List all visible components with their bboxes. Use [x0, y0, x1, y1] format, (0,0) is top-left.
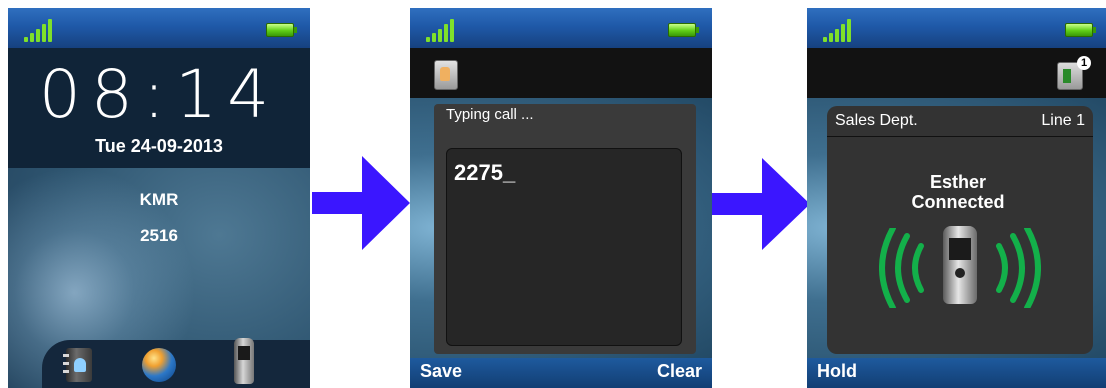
- user-extension: 2516: [140, 226, 178, 245]
- clock-time: 08:14: [38, 56, 280, 133]
- dialing-screen: Typing call ... 2275_ Save Clear: [410, 8, 712, 388]
- call-screen: 1 Sales Dept. Line 1 Esther Connected Ho…: [807, 8, 1106, 388]
- caller-name: Esther: [929, 172, 987, 192]
- handset-icon[interactable]: [234, 338, 254, 384]
- battery-icon: [668, 23, 699, 37]
- dialed-number: 2275_: [454, 160, 516, 185]
- flow-arrow-right-icon: [312, 156, 410, 250]
- dial-panel-title: Typing call ...: [446, 106, 534, 123]
- user-name: KMR: [139, 190, 179, 209]
- signal-strength-icon: [426, 18, 458, 42]
- hold-button[interactable]: Hold: [817, 361, 857, 382]
- battery-icon: [266, 23, 297, 37]
- battery-icon: [1065, 23, 1096, 37]
- divider: [827, 136, 1093, 137]
- save-button[interactable]: Save: [420, 361, 462, 382]
- signal-strength-icon: [823, 18, 855, 42]
- status-bar: [8, 8, 310, 48]
- clear-button[interactable]: Clear: [657, 361, 702, 382]
- pointer-icon[interactable]: [434, 60, 458, 90]
- flow-arrow-right-icon: [712, 158, 810, 250]
- call-status: Connected: [911, 192, 1005, 212]
- handset-icon: [943, 226, 977, 304]
- clock-date: Tue 24-09-2013: [95, 136, 223, 156]
- status-bar: [807, 8, 1106, 48]
- signal-strength-icon: [24, 18, 56, 42]
- phonebook-icon[interactable]: [63, 348, 92, 382]
- line-name: Sales Dept.: [835, 112, 918, 129]
- line-number: Line 1: [1041, 112, 1085, 129]
- globe-icon[interactable]: [142, 348, 176, 382]
- idle-screen: 08:14 Tue 24-09-2013 KMR 2516: [8, 8, 310, 388]
- call-count-badge: 1: [1077, 56, 1091, 70]
- status-bar: [410, 8, 712, 48]
- call-panel-header: Sales Dept. Line 1: [835, 112, 1085, 136]
